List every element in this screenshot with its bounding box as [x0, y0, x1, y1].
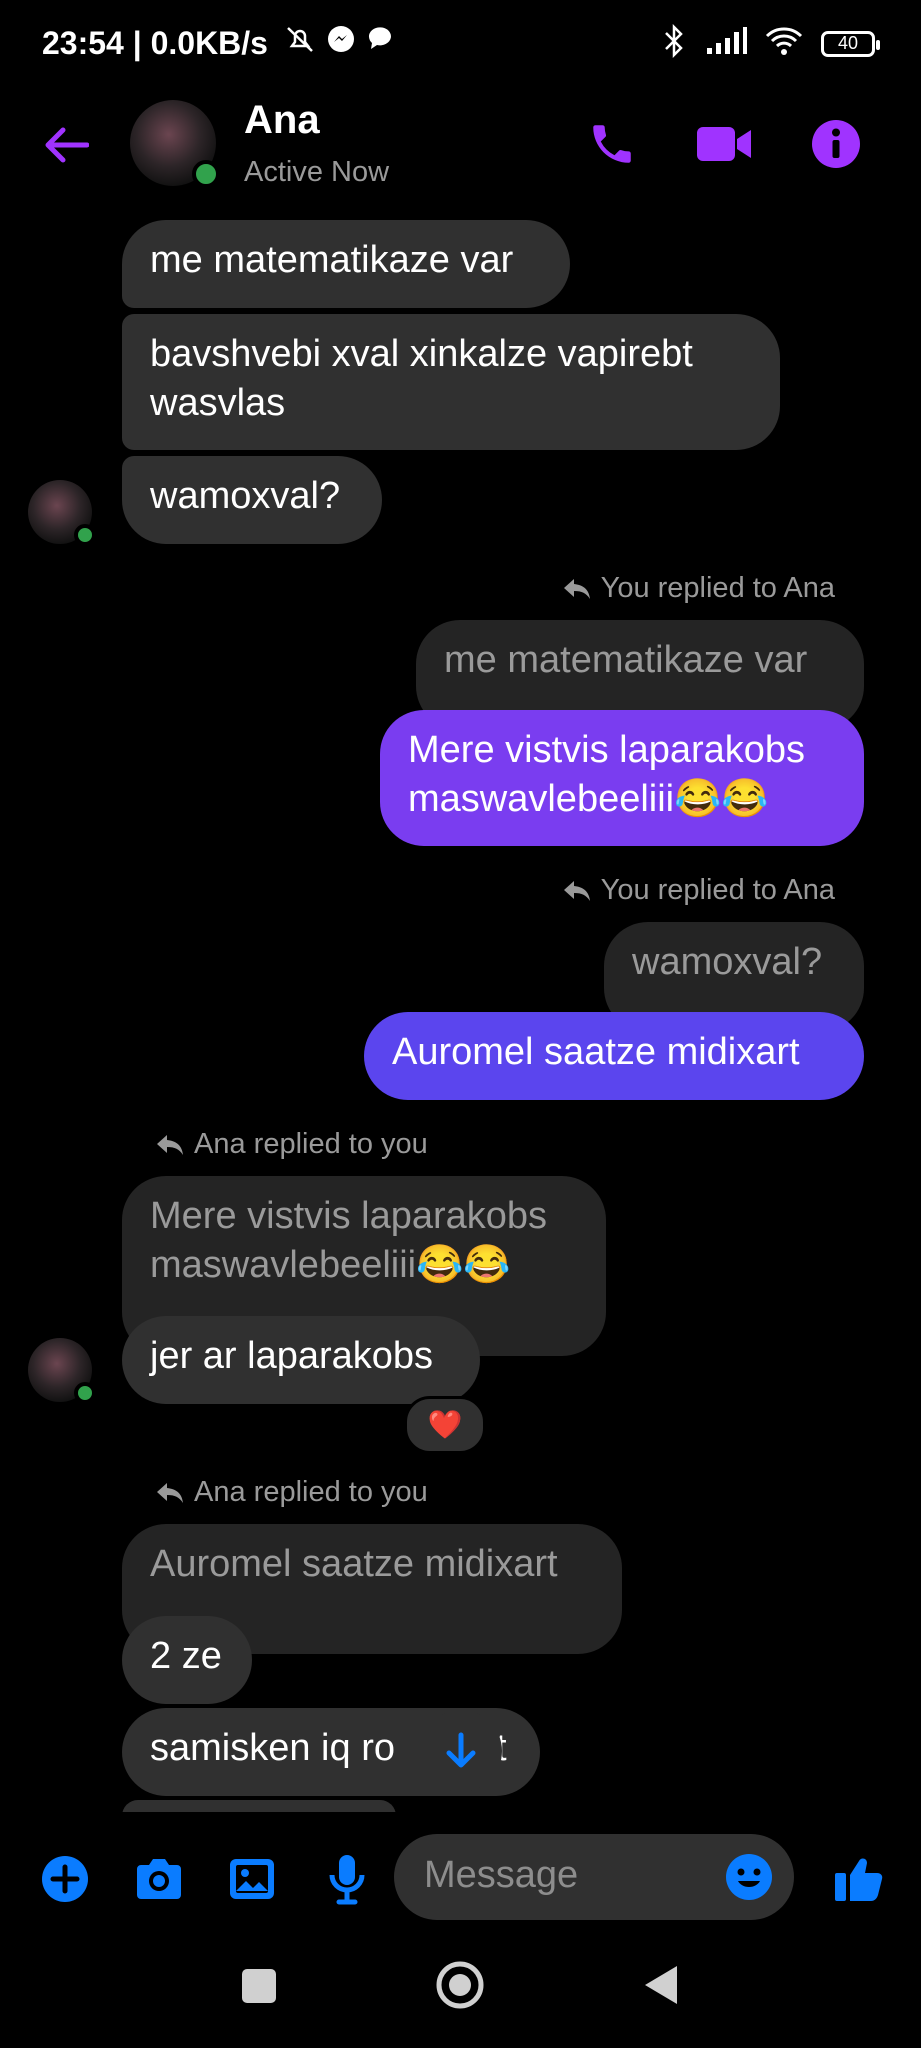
scroll-to-bottom-button[interactable]	[420, 1710, 502, 1792]
status-right: 40	[661, 23, 880, 63]
info-icon	[812, 120, 860, 168]
square-icon	[242, 1969, 276, 2003]
reply-header: You replied to Ana	[563, 572, 835, 605]
system-nav-bar	[0, 1935, 921, 2048]
circle-icon	[436, 1961, 484, 2009]
call-button[interactable]	[582, 114, 642, 174]
reply-header-text: Ana replied to you	[194, 1476, 428, 1508]
online-indicator	[74, 524, 96, 546]
incoming-message[interactable]: jer ar laparakobs	[122, 1316, 480, 1404]
online-indicator	[192, 160, 220, 188]
add-button[interactable]	[38, 1852, 92, 1906]
reply-icon	[157, 1134, 183, 1155]
image-icon	[230, 1859, 274, 1899]
gallery-button[interactable]	[224, 1852, 280, 1906]
reply-header-text: You replied to Ana	[600, 874, 835, 906]
signal-icon	[705, 26, 747, 61]
reply-icon	[157, 1482, 183, 1503]
voice-button[interactable]	[320, 1850, 374, 1908]
incoming-message[interactable]: bavshvebi xval xinkalze vapirebt wasvlas	[122, 314, 780, 450]
arrow-left-icon	[45, 127, 89, 163]
messenger-icon	[326, 25, 365, 61]
phone-icon	[593, 125, 631, 163]
reply-header: You replied to Ana	[563, 874, 835, 907]
microphone-icon	[329, 1855, 365, 1905]
chat-header: Ana Active Now	[0, 90, 921, 200]
incoming-message[interactable]: 2 ze	[122, 1616, 252, 1704]
info-button[interactable]	[806, 114, 866, 174]
plus-circle-icon	[42, 1856, 88, 1902]
mute-icon	[283, 25, 326, 61]
status-left: 23:54 | 0.0KB/s	[42, 24, 395, 62]
home-button[interactable]	[434, 1959, 486, 2011]
list-fade	[0, 1812, 921, 1830]
thumbs-up-icon	[835, 1858, 883, 1901]
online-indicator	[74, 1382, 96, 1404]
reply-header-text: You replied to Ana	[600, 572, 835, 604]
wifi-icon	[765, 26, 803, 61]
heart-reaction[interactable]: ❤️	[404, 1396, 486, 1454]
incoming-message[interactable]: me matematikaze var	[122, 220, 570, 308]
outgoing-message[interactable]: Auromel saatze midixart	[364, 1012, 864, 1100]
message-input[interactable]: Message	[394, 1834, 794, 1920]
contact-avatar-small	[28, 480, 96, 546]
recents-button[interactable]	[236, 1963, 282, 2009]
reply-icon	[563, 578, 590, 599]
outgoing-message[interactable]: Mere vistvis laparakobs maswavlebeeliii😂…	[380, 710, 864, 846]
chat-icon	[365, 25, 395, 61]
contact-name[interactable]: Ana	[244, 98, 320, 143]
back-nav-button[interactable]	[638, 1961, 684, 2009]
arrow-down-icon	[446, 1732, 476, 1768]
message-placeholder: Message	[424, 1854, 579, 1896]
camera-button[interactable]	[130, 1852, 188, 1906]
status-time-speed: 23:54 | 0.0KB/s	[42, 25, 268, 61]
video-camera-icon	[697, 127, 751, 161]
like-button[interactable]	[830, 1848, 888, 1906]
message-text-part: samisken iq ro	[150, 1727, 395, 1769]
contact-status: Active Now	[244, 156, 390, 188]
video-call-button[interactable]	[692, 114, 756, 174]
triangle-back-icon	[645, 1966, 677, 2004]
contact-avatar[interactable]	[130, 100, 220, 188]
status-bar: 23:54 | 0.0KB/s 40	[0, 0, 921, 90]
incoming-message[interactable]: wamoxval?	[122, 456, 382, 544]
back-button[interactable]	[38, 120, 94, 170]
emoji-button[interactable]	[724, 1852, 774, 1902]
reply-header: Ana replied to you	[156, 1476, 428, 1509]
reply-header-text: Ana replied to you	[194, 1128, 428, 1160]
contact-avatar-small	[28, 1338, 96, 1404]
battery-icon: 40	[821, 30, 880, 57]
emoji-icon	[726, 1854, 772, 1900]
bluetooth-icon	[661, 23, 687, 63]
camera-icon	[137, 1859, 181, 1899]
reply-header: Ana replied to you	[156, 1128, 428, 1161]
reply-icon	[563, 880, 590, 901]
